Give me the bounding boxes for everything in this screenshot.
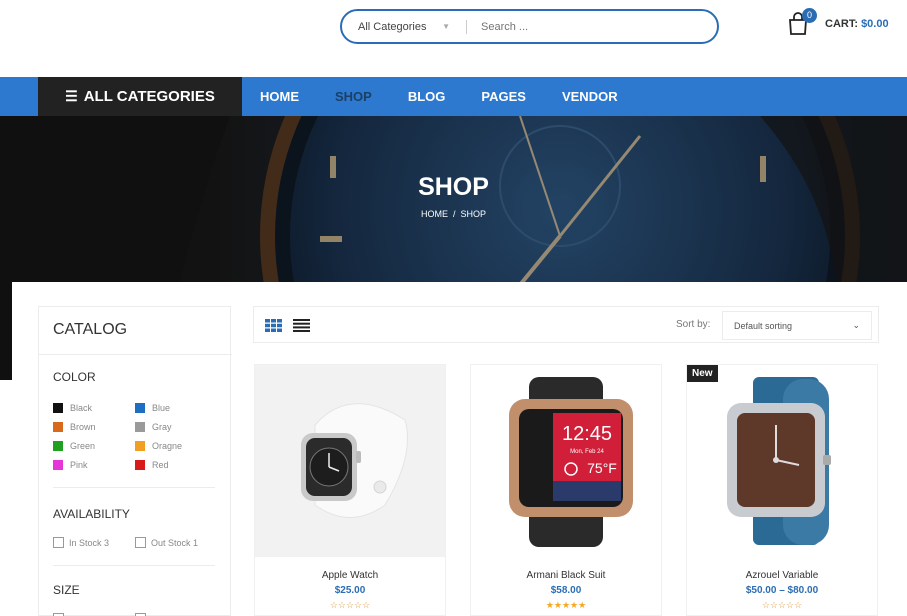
color-filter-red[interactable]: Red <box>135 460 169 470</box>
color-label: Green <box>70 441 96 451</box>
color-swatch <box>135 403 145 413</box>
catalog-sidebar: CATALOG COLOR Black Blue Brown Gray Gree… <box>38 306 232 616</box>
svg-text:75°F: 75°F <box>587 460 617 476</box>
product-card[interactable]: 12:45 Mon, Feb 24 75°F Armani Black Suit… <box>470 364 662 616</box>
menu-icon: ☰ <box>65 88 78 104</box>
svg-text:12:45: 12:45 <box>562 423 612 445</box>
category-select-value: All Categories <box>358 20 427 33</box>
nav-item-shop[interactable]: SHOP <box>335 89 372 104</box>
shop-toolbar: Sort by: Default sorting ⌄ <box>253 306 879 343</box>
color-filter-pink[interactable]: Pink <box>53 460 88 470</box>
checkbox-box <box>53 537 64 548</box>
breadcrumb-current: SHOP <box>460 209 487 219</box>
nav-item-vendor[interactable]: VENDOR <box>562 89 618 104</box>
out-stock-label: Out Stock 1 <box>151 537 199 548</box>
sort-label: Sort by: <box>676 319 711 330</box>
svg-text:Mon, Feb 24: Mon, Feb 24 <box>570 449 604 455</box>
product-image[interactable] <box>255 365 445 557</box>
rating-stars: ☆☆☆☆☆ <box>761 600 803 610</box>
list-view-icon[interactable] <box>293 319 310 332</box>
grid-view-icon[interactable] <box>265 319 282 332</box>
color-label: Brown <box>70 422 96 432</box>
color-label: Pink <box>70 460 88 470</box>
apple-watch-icon <box>301 403 408 518</box>
search-input[interactable] <box>467 20 697 33</box>
new-badge: New <box>687 365 718 382</box>
nav-item-blog[interactable]: BLOG <box>408 89 446 104</box>
color-filter-blue[interactable]: Blue <box>135 403 170 413</box>
cart-count-badge: 0 <box>802 8 817 23</box>
color-label: Gray <box>152 422 172 432</box>
color-label: Blue <box>152 403 171 413</box>
chevron-down-icon: ▼ <box>442 22 450 31</box>
page-title: SHOP <box>418 173 489 201</box>
sidebar-divider <box>39 354 232 355</box>
color-heading: COLOR <box>53 370 96 384</box>
diesel-watch-icon <box>727 377 831 545</box>
color-swatch <box>53 441 63 451</box>
sort-select-value: Default sorting <box>734 320 793 331</box>
smartwatch-icon: 12:45 Mon, Feb 24 75°F <box>509 377 633 547</box>
catalog-title: CATALOG <box>53 321 128 338</box>
all-categories-label: ALL CATEGORIES <box>83 88 215 105</box>
product-image[interactable]: New <box>687 365 877 557</box>
product-card[interactable]: New Azrouel Variable $50.00 – $80.00 ☆☆☆… <box>686 364 878 616</box>
product-card[interactable]: Apple Watch $25.00 ☆☆☆☆☆ <box>254 364 446 616</box>
shopping-bag-icon: 0 <box>788 8 817 36</box>
cart-amount: $0.00 <box>861 18 889 30</box>
color-label: Oragne <box>152 441 183 451</box>
cart-label: CART: $0.00 <box>825 18 889 30</box>
color-swatch <box>135 422 145 432</box>
breadcrumb-separator: / <box>452 209 456 219</box>
color-label: Red <box>152 460 169 470</box>
product-image[interactable]: 12:45 Mon, Feb 24 75°F <box>471 365 661 557</box>
breadcrumb-home[interactable]: HOME <box>421 209 448 219</box>
product-price: $58.00 <box>550 585 582 596</box>
product-name[interactable]: Azrouel Variable <box>687 570 877 581</box>
main-menu: HOME SHOP BLOG PAGES VENDOR <box>260 77 654 116</box>
product-price: $25.00 <box>334 585 366 596</box>
rating-stars: ★★★★★ <box>545 600 587 610</box>
all-categories-button[interactable]: ☰ ALL CATEGORIES <box>38 77 242 116</box>
sort-select[interactable]: Default sorting ⌄ <box>722 311 872 340</box>
in-stock-checkbox[interactable]: In Stock 3 <box>53 537 109 548</box>
breadcrumb: HOME / SHOP <box>0 209 907 219</box>
color-swatch <box>53 460 63 470</box>
rating-stars: ☆☆☆☆☆ <box>329 600 371 610</box>
color-swatch <box>53 403 63 413</box>
color-swatch <box>135 441 145 451</box>
color-filter-green[interactable]: Green <box>53 441 95 451</box>
sidebar-divider <box>53 487 215 488</box>
color-filter-gray[interactable]: Gray <box>135 422 172 432</box>
cart-label-text: CART: <box>825 18 858 30</box>
product-name[interactable]: Apple Watch <box>255 570 445 581</box>
search-bar: All Categories ▼ <box>340 9 719 44</box>
product-price: $50.00 – $80.00 <box>745 585 819 596</box>
color-filter-black[interactable]: Black <box>53 403 92 413</box>
category-select[interactable]: All Categories ▼ <box>342 21 466 33</box>
nav-item-home[interactable]: HOME <box>260 89 299 104</box>
checkbox-box <box>135 537 146 548</box>
in-stock-label: In Stock 3 <box>69 537 110 548</box>
color-swatch <box>135 460 145 470</box>
size-heading: SIZE <box>53 583 80 597</box>
color-filter-orange[interactable]: Oragne <box>135 441 182 451</box>
out-stock-checkbox[interactable]: Out Stock 1 <box>135 537 198 548</box>
availability-heading: AVAILABILITY <box>53 507 130 521</box>
sidebar-divider <box>53 565 215 566</box>
color-filter-brown[interactable]: Brown <box>53 422 96 432</box>
page: All Categories ▼ 0 CART: $0.00 ☰ ALL CAT… <box>0 0 907 616</box>
chevron-down-icon: ⌄ <box>852 320 860 330</box>
color-label: Black <box>70 403 93 413</box>
product-name[interactable]: Armani Black Suit <box>471 570 661 581</box>
nav-item-pages[interactable]: PAGES <box>481 89 526 104</box>
cart[interactable]: 0 CART: $0.00 <box>788 8 889 36</box>
color-swatch <box>53 422 63 432</box>
